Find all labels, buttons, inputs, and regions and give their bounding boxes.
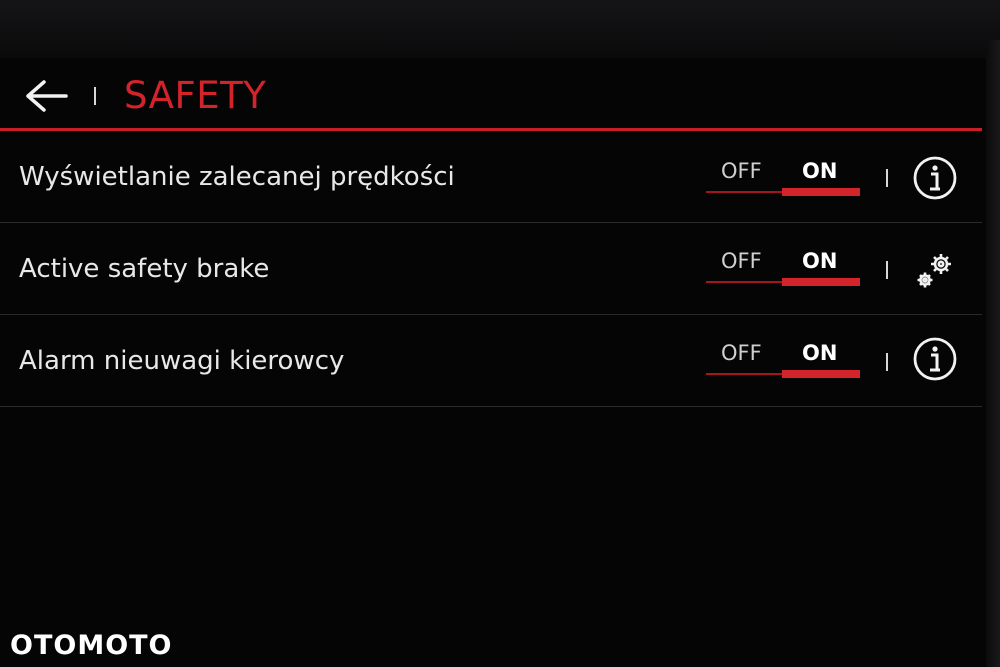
toggle-track [706,281,782,283]
toggle-off-label: OFF [721,159,762,183]
toggle-active-indicator [782,278,860,286]
setting-row-active-safety-brake: Active safety brake OFF ON [0,223,982,315]
on-off-toggle[interactable]: OFF ON [706,337,860,381]
page-title: SAFETY [124,74,267,117]
setting-row-driver-attention-alarm: Alarm nieuwagi kierowcy OFF ON [0,315,982,407]
toggle-off-label: OFF [721,249,762,273]
back-arrow-icon[interactable] [24,76,68,116]
toggle-off-label: OFF [721,341,762,365]
device-bezel-top [0,0,1000,58]
toggle-active-indicator [782,370,860,378]
toggle-track [706,373,782,375]
row-divider [0,406,982,407]
toggle-on-label: ON [802,249,838,273]
setting-label: Alarm nieuwagi kierowcy [19,346,345,376]
setting-row-speed-display: Wyświetlanie zalecanej prędkości OFF ON [0,131,982,223]
setting-label: Wyświetlanie zalecanej prędkości [19,162,455,192]
gears-icon[interactable] [912,247,958,293]
toggle-on-label: ON [802,341,838,365]
device-bezel-right [986,40,1000,667]
info-icon[interactable] [912,336,958,382]
row-separator [886,169,888,187]
watermark-logo: OTOMOTO [10,630,173,661]
info-icon[interactable] [912,155,958,201]
row-separator [886,261,888,279]
on-off-toggle[interactable]: OFF ON [706,245,860,289]
header-separator [94,87,96,105]
on-off-toggle[interactable]: OFF ON [706,155,860,199]
toggle-on-label: ON [802,159,838,183]
row-separator [886,353,888,371]
toggle-track [706,191,782,193]
toggle-active-indicator [782,188,860,196]
setting-label: Active safety brake [19,254,270,284]
